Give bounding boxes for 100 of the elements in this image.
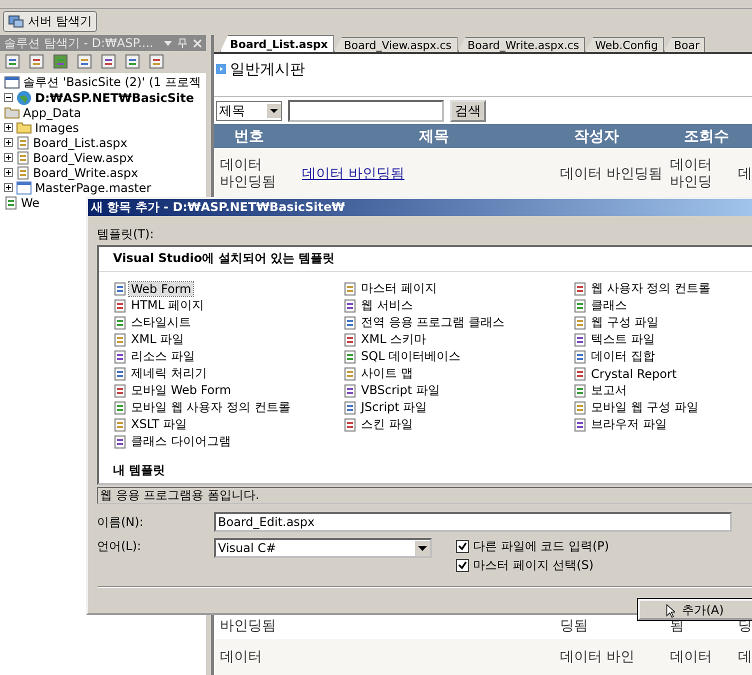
file-icon xyxy=(573,350,587,364)
file-icon xyxy=(113,316,127,330)
table-cell-text: 데이터 바인딩됨 xyxy=(219,157,277,191)
template-item[interactable]: 데이터 집합 xyxy=(589,348,657,365)
file-icon xyxy=(573,282,587,296)
template-item[interactable]: 사이트 맵 xyxy=(359,365,415,382)
link[interactable]: 데이터 바인딩됨 xyxy=(292,165,554,183)
description-text: 웹 응용 프로그램용 폼입니다. xyxy=(97,487,752,504)
search-button[interactable]: 검색 xyxy=(450,100,486,122)
folder-icon xyxy=(4,106,20,119)
language-label: 언어(L): xyxy=(97,538,142,555)
close-icon[interactable] xyxy=(193,38,202,48)
checkbox[interactable] xyxy=(456,540,469,553)
expand-icon[interactable] xyxy=(4,183,13,192)
caret-icon xyxy=(267,104,281,118)
add-button[interactable]: 추가(A) xyxy=(638,599,752,620)
template-item[interactable]: 마스터 페이지 xyxy=(359,280,439,297)
template-item[interactable]: 전역 응용 프로그램 클래스 xyxy=(359,314,506,331)
file-icon xyxy=(573,332,587,346)
file-icon xyxy=(573,400,587,414)
tree-item[interactable]: Board_View.aspx xyxy=(33,150,134,164)
template-item[interactable]: 모바일 웹 구성 파일 xyxy=(589,399,700,416)
template-item[interactable]: 리소스 파일 xyxy=(129,348,197,365)
folder-icon xyxy=(16,121,32,134)
template-item[interactable]: Web Form xyxy=(129,282,194,296)
page-icon xyxy=(16,166,30,180)
tree-item[interactable]: App_Data xyxy=(23,106,82,120)
expand-icon[interactable] xyxy=(4,138,13,147)
table-cell-text: 데이터 xyxy=(669,648,713,666)
table-cell-text: 데 xyxy=(737,166,752,182)
template-item[interactable]: 클래스 xyxy=(589,297,629,314)
template-item[interactable]: 스타일시트 xyxy=(129,314,193,331)
editor-tab[interactable]: Web.Config xyxy=(585,37,664,52)
template-item[interactable]: 모바일 웹 사용자 정의 컨트롤 xyxy=(129,399,292,416)
template-item[interactable]: 보고서 xyxy=(589,382,629,399)
pin-icon[interactable] xyxy=(178,38,187,48)
cursor-icon xyxy=(666,604,675,618)
file-icon xyxy=(343,366,357,380)
template-item[interactable]: 스킨 파일 xyxy=(359,416,415,433)
search-select[interactable]: 제목 xyxy=(216,101,282,121)
template-item[interactable]: XML 파일 xyxy=(129,331,186,348)
tree-item[interactable]: We xyxy=(21,196,40,210)
template-item[interactable]: VBScript 파일 xyxy=(359,382,442,399)
search-field[interactable] xyxy=(288,100,444,122)
template-item[interactable]: 웹 서비스 xyxy=(359,297,415,314)
template-item[interactable]: 클래스 다이어그램 xyxy=(129,433,233,450)
editor-tab[interactable]: Board_Write.aspx.cs xyxy=(458,37,586,52)
editor-tab[interactable]: Board_List.aspx xyxy=(220,35,334,52)
template-item[interactable]: HTML 페이지 xyxy=(129,297,206,314)
table-cell-text: 데이터 xyxy=(219,648,263,666)
solution-icon xyxy=(4,76,20,90)
file-icon xyxy=(573,418,587,432)
tree-item[interactable]: Images xyxy=(35,120,79,134)
dropdown-icon[interactable] xyxy=(164,40,172,46)
file-icon xyxy=(113,434,127,448)
config-icon xyxy=(4,196,18,210)
template-item[interactable]: JScript 파일 xyxy=(359,399,430,416)
file-icon xyxy=(113,350,127,364)
template-item[interactable]: 텍스트 파일 xyxy=(589,331,657,348)
expand-icon[interactable] xyxy=(4,123,13,132)
file-icon xyxy=(573,366,587,380)
template-item[interactable]: 제네릭 처리기 xyxy=(129,365,209,382)
column-header: 번호 xyxy=(233,126,265,146)
template-item[interactable]: 브라우저 파일 xyxy=(589,416,669,433)
expand-icon[interactable] xyxy=(4,168,13,177)
checkbox[interactable] xyxy=(456,559,469,572)
table-cell-text: 데이터 바인딩 xyxy=(669,157,713,191)
template-item[interactable]: SQL 데이터베이스 xyxy=(359,348,463,365)
table-cell-text: 바인딩됨 xyxy=(219,618,277,635)
tree-item[interactable]: MasterPage.master xyxy=(35,180,152,194)
template-item[interactable]: 웹 구성 파일 xyxy=(589,314,661,331)
file-icon xyxy=(343,298,357,312)
file-icon xyxy=(113,418,127,432)
language-select[interactable]: Visual C# xyxy=(214,538,432,558)
section-heading: 내 템플릿 xyxy=(112,462,166,479)
dialog-title: 새 항목 추가 - D:₩ASP.NET₩BasicSite₩ xyxy=(88,199,752,216)
template-item[interactable]: 웹 사용자 정의 컨트롤 xyxy=(589,280,712,297)
editor-tab[interactable]: Board_View.aspx.cs xyxy=(334,37,458,52)
name-field[interactable]: Board_Edit.aspx xyxy=(214,512,732,532)
file-icon xyxy=(343,400,357,414)
tree-item[interactable]: Board_List.aspx xyxy=(33,136,128,150)
table-cell-text: 데이터 바인딩됨 xyxy=(559,166,664,182)
column-header: 조회수 xyxy=(683,126,730,146)
server-explorer-tab[interactable]: 서버 탐색기 xyxy=(3,10,97,32)
tree-item[interactable]: Board_Write.aspx xyxy=(33,166,138,180)
collapse-icon[interactable] xyxy=(4,93,13,102)
column-header: 제목 xyxy=(418,126,450,146)
tree-item[interactable]: D:₩ASP.NET₩BasicSite xyxy=(35,90,194,104)
name-label: 이름(N): xyxy=(97,514,144,530)
file-icon xyxy=(343,418,357,432)
template-item[interactable]: Crystal Report xyxy=(589,366,679,380)
template-item[interactable]: XSLT 파일 xyxy=(129,416,190,433)
editor-tab[interactable]: Boar xyxy=(664,37,706,52)
tree-item[interactable]: 솔루션 'BasicSite (2)' (1 프로젝 xyxy=(23,74,201,91)
template-item[interactable]: 모바일 Web Form xyxy=(129,382,234,399)
template-item[interactable]: XML 스키마 xyxy=(359,331,428,348)
template-list[interactable] xyxy=(97,245,752,485)
expand-icon[interactable] xyxy=(4,153,13,162)
table-cell-text: 데이터 바인 xyxy=(559,648,636,666)
panel-title: 솔루션 탐색기 - D:₩ASP.... xyxy=(4,34,154,52)
